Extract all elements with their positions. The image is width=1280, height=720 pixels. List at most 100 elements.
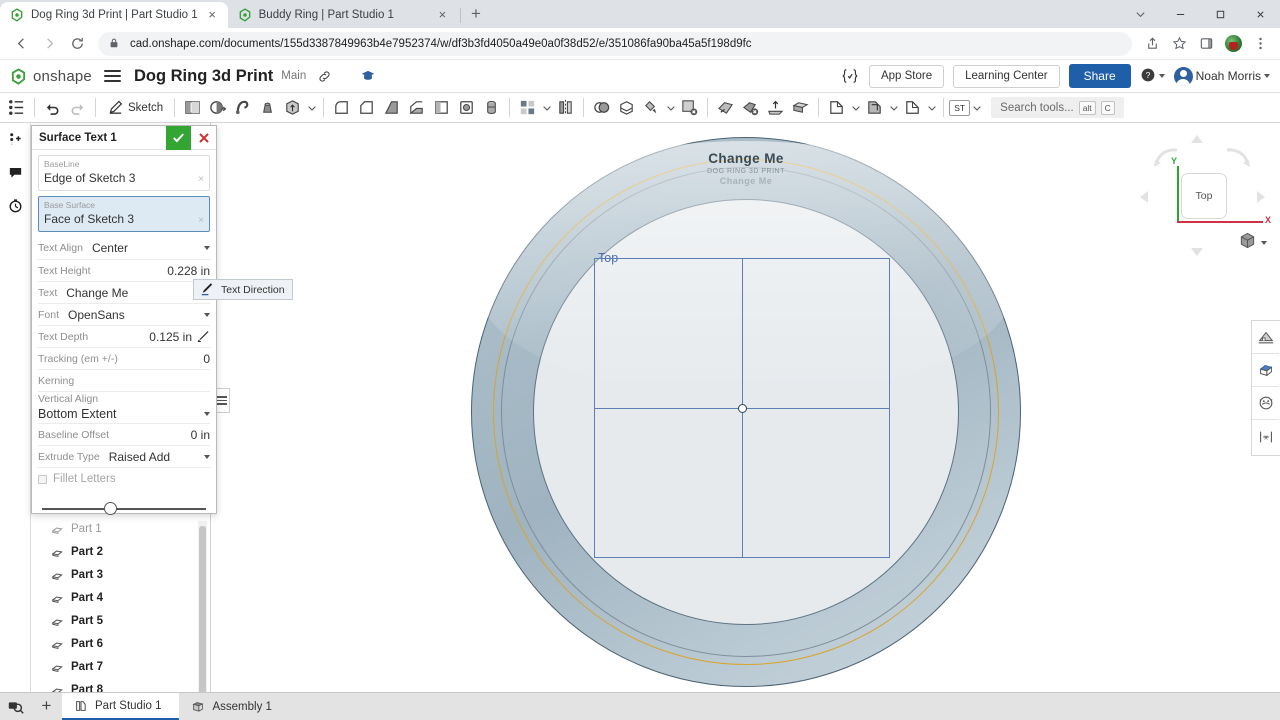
font-row[interactable]: Font OpenSans (38, 304, 210, 326)
vertical-align-row[interactable]: Vertical Align Bottom Extent (38, 392, 210, 424)
chevron-down-icon[interactable] (305, 95, 318, 120)
close-icon[interactable] (1240, 0, 1280, 28)
list-item[interactable]: Part 7 (31, 655, 211, 678)
delete-face-icon[interactable] (738, 95, 763, 120)
history-clock-icon[interactable] (0, 189, 31, 222)
text-align-row[interactable]: Text Align Center (38, 237, 210, 260)
enclose-icon[interactable] (788, 95, 813, 120)
hamburger-menu-icon[interactable] (103, 70, 121, 82)
draft-icon[interactable] (379, 95, 404, 120)
tab-part-studio-1[interactable]: Part Studio 1 (62, 693, 180, 720)
back-arrow-icon[interactable] (8, 31, 34, 57)
browser-tab-1[interactable]: Buddy Ring | Part Studio 1 × (227, 2, 458, 28)
list-item[interactable]: Part 2 (31, 540, 211, 563)
chevron-down-icon[interactable] (664, 95, 677, 120)
search-elements-icon[interactable] (0, 692, 31, 720)
new-tab-button[interactable]: + (463, 1, 489, 27)
tracking-row[interactable]: Tracking (em +/-) 0 (38, 348, 210, 370)
chevron-down-icon[interactable] (204, 312, 210, 317)
onshape-logo[interactable]: onshape (10, 68, 92, 85)
base-surface-field[interactable]: Base Surface Face of Sketch 3 × (38, 196, 210, 232)
offset-surface-icon[interactable] (862, 95, 887, 120)
share-icon[interactable] (1140, 32, 1164, 56)
close-icon[interactable]: × (435, 7, 450, 23)
comment-bubble-icon[interactable] (0, 156, 31, 189)
view-rotate-up-icon[interactable] (1189, 132, 1205, 150)
chevron-down-icon[interactable] (1120, 0, 1160, 28)
clear-icon[interactable]: × (198, 174, 204, 185)
address-bar[interactable]: cad.onshape.com/documents/155d3387849963… (98, 31, 1132, 56)
plane-icon[interactable] (180, 95, 205, 120)
magic-wand-icon[interactable] (195, 329, 210, 347)
parts-list-scrollbar[interactable] (198, 521, 207, 720)
maximize-icon[interactable] (1200, 0, 1240, 28)
pattern-icon[interactable] (515, 95, 540, 120)
dialog-slider[interactable] (42, 502, 206, 516)
sweep-icon[interactable] (255, 95, 280, 120)
sketch-button[interactable]: Sketch (101, 95, 169, 120)
thicken-icon[interactable] (763, 95, 788, 120)
view-rotate-right-icon[interactable] (1255, 189, 1266, 210)
rib-icon[interactable] (404, 95, 429, 120)
baseline-field[interactable]: BaseLine Edge of Sketch 3 × (38, 155, 210, 191)
slider-knob[interactable] (104, 502, 117, 515)
feature-list-icon[interactable] (4, 95, 29, 120)
tab-assembly-1[interactable]: Assembly 1 (179, 693, 290, 720)
surface-fill-icon[interactable] (824, 95, 849, 120)
list-item[interactable]: Part 3 (31, 563, 211, 586)
user-menu[interactable]: Noah Morris (1173, 66, 1270, 86)
close-icon[interactable]: × (205, 7, 220, 23)
appearance-icon[interactable] (1252, 387, 1279, 420)
fillet-letters-row[interactable]: Fillet Letters (38, 468, 210, 490)
share-button[interactable]: Share (1068, 64, 1131, 88)
side-panel-icon[interactable] (1194, 32, 1218, 56)
chevron-down-icon[interactable] (204, 454, 210, 459)
extension-avatar-icon[interactable] (1221, 32, 1245, 56)
chevron-down-icon[interactable] (1261, 241, 1267, 245)
list-item[interactable]: Part 1 (31, 517, 211, 540)
branch-label[interactable]: Main (281, 70, 306, 82)
display-state-icon[interactable] (1252, 354, 1279, 387)
variable-studio-button[interactable]: ST (949, 99, 971, 116)
minimize-icon[interactable] (1160, 0, 1200, 28)
chevron-down-icon[interactable] (849, 95, 862, 120)
chevron-down-icon[interactable] (204, 246, 210, 250)
undo-icon[interactable] (40, 95, 65, 120)
chevron-down-icon[interactable] (970, 95, 983, 120)
view-rotate-upright-icon[interactable] (1221, 146, 1251, 173)
transform-icon[interactable] (639, 95, 664, 120)
hole-icon[interactable] (454, 95, 479, 120)
list-item[interactable]: Part 6 (31, 632, 211, 655)
chevron-down-icon[interactable] (925, 95, 938, 120)
shell-icon[interactable] (429, 95, 454, 120)
chevron-down-icon[interactable] (887, 95, 900, 120)
loft-icon[interactable] (280, 95, 305, 120)
fillet-letters-checkbox[interactable] (38, 474, 47, 484)
measure-icon[interactable]: x (1252, 420, 1279, 453)
mirror-icon[interactable] (553, 95, 578, 120)
view-rotate-left-icon[interactable] (1139, 189, 1150, 210)
checkmark-icon[interactable] (166, 125, 191, 150)
boolean-icon[interactable] (589, 95, 614, 120)
section-view-icon[interactable] (1252, 321, 1279, 354)
help-menu[interactable]: ? (1140, 67, 1165, 86)
featurescript-braces-icon[interactable] (840, 67, 860, 85)
extrude-icon[interactable] (205, 95, 230, 120)
scrollbar-thumb[interactable] (199, 526, 206, 720)
text-height-row[interactable]: Text Height 0.228 in (38, 260, 210, 282)
sheet-metal-icon[interactable] (900, 95, 925, 120)
add-element-button[interactable]: + (31, 692, 62, 720)
revolve-icon[interactable] (230, 95, 255, 120)
search-tools-input[interactable]: Search tools... alt C (991, 97, 1124, 118)
list-item[interactable]: Part 5 (31, 609, 211, 632)
bookmark-star-icon[interactable] (1167, 32, 1191, 56)
chevron-down-icon[interactable] (204, 412, 210, 416)
fillet-icon[interactable] (329, 95, 354, 120)
model-viewport[interactable]: Change Me DOG RING 3D PRINT Change Me To… (211, 123, 1280, 692)
thread-icon[interactable] (479, 95, 504, 120)
chevron-down-icon[interactable] (540, 95, 553, 120)
delete-part-icon[interactable] (677, 95, 702, 120)
insert-feature-icon[interactable] (0, 123, 31, 156)
redo-icon[interactable] (65, 95, 90, 120)
clear-icon[interactable]: × (198, 215, 204, 226)
